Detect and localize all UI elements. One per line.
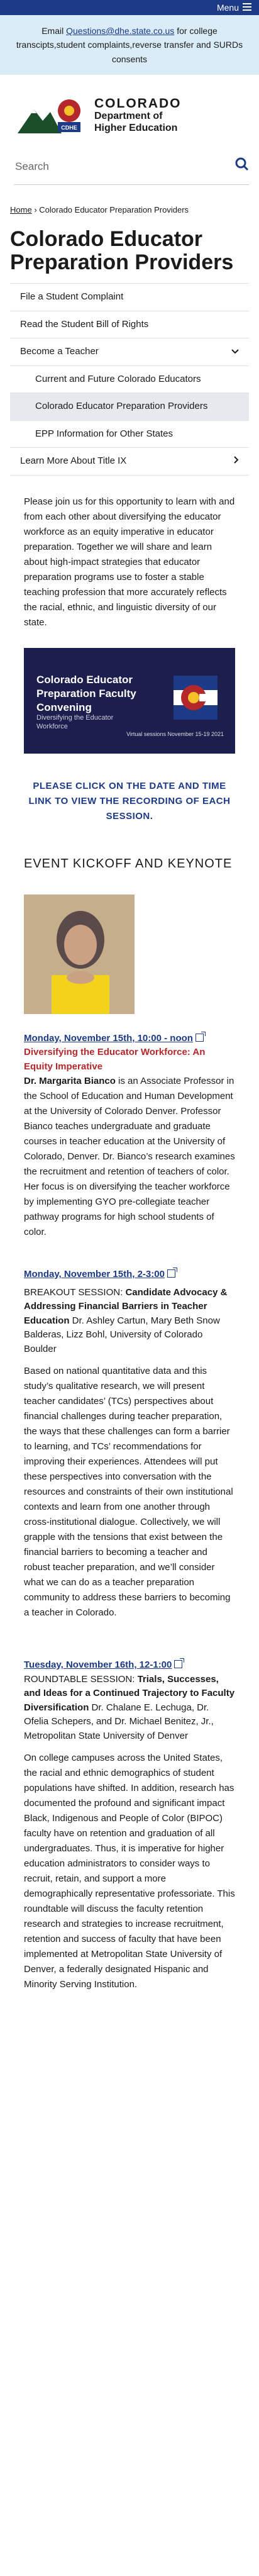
breadcrumb-home[interactable]: Home: [10, 205, 32, 215]
top-bar: Menu: [0, 0, 259, 15]
sidenav-item-educator-prep-providers[interactable]: Colorado Educator Preparation Providers: [10, 393, 249, 421]
search-icon[interactable]: [235, 157, 249, 176]
sidenav-label: Learn More About Title IX: [20, 455, 127, 467]
page-title: Colorado Educator Preparation Providers: [10, 226, 234, 274]
sidenav-item-epp-other-states[interactable]: EPP Information for Other States: [10, 420, 249, 449]
banner-title: Colorado Educator Preparation Faculty Co…: [36, 673, 136, 714]
section-heading: EVENT KICKOFF AND KEYNOTE: [24, 856, 233, 871]
sidenav-label: EPP Information for Other States: [35, 428, 173, 439]
alert-email-link[interactable]: Questions@dhe.state.co.us: [66, 26, 174, 36]
hamburger-icon: [243, 1, 251, 14]
main-content: Please join us for this opportunity to l…: [0, 494, 259, 1993]
side-navigation: File a Student Complaint Read the Studen…: [10, 283, 249, 476]
logo-line3: Higher Education: [94, 122, 178, 133]
colorado-flag-icon: [174, 675, 218, 720]
session-keynote: Monday, November 15th, 10:00 - noon Dive…: [24, 1031, 235, 1241]
sidenav-label: Read the Student Bill of Rights: [20, 318, 149, 330]
chevron-down-icon: [231, 345, 239, 359]
session-kind: ROUNDTABLE SESSION:: [24, 1673, 138, 1685]
alert-prefix: Email: [41, 26, 67, 36]
banner-subtitle: Diversifying the Educator Workforce: [36, 713, 114, 731]
breadcrumb-current: Colorado Educator Preparation Providers: [39, 205, 189, 215]
colorado-logo-icon: CDHE: [18, 97, 87, 134]
session-roundtable: Tuesday, November 16th, 12-1:00 ROUNDTAB…: [24, 1658, 235, 1992]
sidenav-item-file-complaint[interactable]: File a Student Complaint: [10, 284, 249, 311]
external-link-icon: [195, 1031, 206, 1042]
menu-button[interactable]: Menu: [217, 1, 251, 14]
logo-text: COLORADO Department of Higher Education: [94, 96, 182, 134]
session-date-link[interactable]: Tuesday, November 16th, 12-1:00: [24, 1659, 172, 1670]
session-date-link[interactable]: Monday, November 15th, 2-3:00: [24, 1269, 165, 1280]
session-description: Dr. Margarita Bianco is an Associate Pro…: [24, 1074, 235, 1240]
logo-line1: COLORADO: [94, 96, 182, 111]
session-heading: ROUNDTABLE SESSION: Trials, Successes, a…: [24, 1673, 235, 1744]
breadcrumb: Home › Colorado Educator Preparation Pro…: [0, 196, 259, 216]
session-description: On college campuses across the United St…: [24, 1753, 235, 1990]
logo-line2: Department of: [94, 111, 163, 122]
external-link-icon: [174, 1658, 185, 1669]
alert-banner: Email Questions@dhe.state.co.us for coll…: [0, 15, 259, 75]
session-date: Monday, November 15th, 10:00 - noon: [24, 1032, 193, 1044]
sidenav-label: Colorado Educator Preparation Providers: [35, 401, 208, 412]
sidenav-item-bill-of-rights[interactable]: Read the Student Bill of Rights: [10, 311, 249, 339]
site-logo[interactable]: CDHE COLORADO Department of Higher Educa…: [0, 75, 259, 149]
session-date: Monday, November 15th, 2-3:00: [24, 1269, 165, 1280]
session-date: Tuesday, November 16th, 12-1:00: [24, 1659, 172, 1671]
menu-label: Menu: [216, 2, 239, 13]
search-bar: [14, 149, 249, 186]
session-heading: BREAKOUT SESSION: Candidate Advocacy & A…: [24, 1286, 235, 1357]
speaker-name: Dr. Margarita Bianco: [24, 1076, 116, 1087]
convening-banner-image: Colorado Educator Preparation Faculty Co…: [24, 647, 235, 754]
sidenav-item-become-teacher[interactable]: Become a Teacher: [10, 338, 249, 366]
banner-dates: Virtual sessions November 15-19 2021: [126, 730, 224, 737]
session-kind: BREAKOUT SESSION:: [24, 1286, 126, 1298]
sidenav-label: Become a Teacher: [20, 346, 99, 357]
chevron-right-icon: [234, 454, 239, 469]
session-description: Based on national quantitative data and …: [24, 1366, 233, 1619]
session-breakout: Monday, November 15th, 2-3:00 BREAKOUT S…: [24, 1268, 235, 1620]
sidenav-item-current-future-educators[interactable]: Current and Future Colorado Educators: [10, 365, 249, 394]
sidenav-label: Current and Future Colorado Educators: [35, 373, 201, 384]
breadcrumb-separator: ›: [34, 205, 37, 215]
sidenav-label: File a Student Complaint: [20, 291, 124, 303]
speaker-bio: is an Associate Professor in the School …: [24, 1076, 235, 1238]
session-date-link[interactable]: Monday, November 15th, 10:00 - noon: [24, 1033, 193, 1044]
external-link-icon: [167, 1268, 177, 1278]
logo-badge: CDHE: [61, 125, 77, 131]
intro-paragraph: Please join us for this opportunity to l…: [24, 496, 235, 628]
recording-instructions: PLEASE CLICK ON THE DATE AND TIME LINK T…: [28, 780, 231, 822]
session-title: Diversifying the Educator Workforce: An …: [24, 1047, 206, 1072]
speaker-photo: [24, 894, 135, 1014]
search-input[interactable]: [14, 160, 235, 174]
sidenav-item-title-ix[interactable]: Learn More About Title IX: [10, 448, 249, 476]
